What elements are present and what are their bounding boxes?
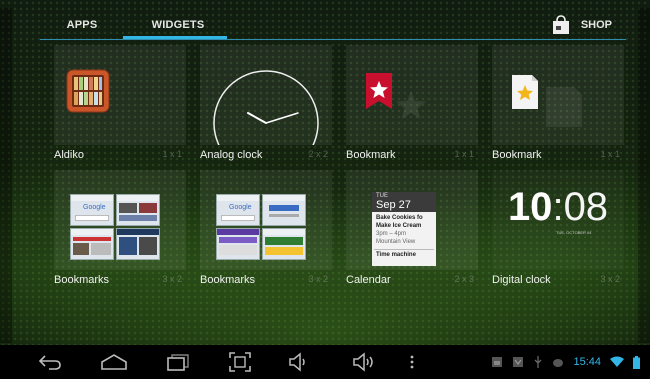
back-arrow-icon — [38, 355, 61, 370]
widget-preview — [346, 45, 478, 145]
debug-icon — [553, 359, 564, 367]
bookmark-thumbnail — [262, 194, 306, 226]
widget-analog-clock[interactable]: Analog clock 2 x 2 — [200, 45, 332, 163]
widget-bookmark-1[interactable]: Bookmark 1 x 1 — [346, 45, 478, 163]
bookmark-ribbon-icon — [366, 73, 392, 109]
home-button[interactable] — [94, 345, 134, 379]
volume-up-icon — [353, 352, 373, 372]
thumbnail-brand-text: Google — [83, 204, 106, 211]
widget-size: 2 x 2 — [308, 149, 328, 159]
widget-preview — [54, 45, 186, 145]
widget-preview — [200, 45, 332, 145]
digital-clock-date: TUE, OCTOBER 04 — [556, 230, 592, 235]
widget-preview: Google — [54, 170, 186, 270]
widget-preview: Google — [200, 170, 332, 270]
widget-preview — [492, 45, 624, 145]
bookmark-thumbnail — [116, 194, 160, 226]
screenshot-button[interactable] — [220, 345, 260, 379]
bookmark-thumbnail: Google — [216, 194, 260, 226]
calendar-event-title: Bake Cookies fo — [376, 215, 423, 221]
thumbnail-brand-text: Google — [229, 204, 252, 211]
widget-name: Aldiko — [54, 149, 84, 161]
wifi-icon — [610, 356, 624, 367]
volume-down-icon — [289, 352, 305, 372]
widget-bookmarks-1[interactable]: Google Bookmarks 3 x 2 — [54, 170, 186, 288]
back-button[interactable] — [30, 345, 70, 379]
widget-name: Calendar — [346, 274, 391, 286]
calendar-event-title: Time machine — [376, 252, 416, 258]
calendar-header: TUE Sep 27 — [372, 192, 436, 212]
calendar-date: Sep 27 — [376, 199, 411, 211]
screen-edge-left — [0, 8, 12, 343]
bookmark-thumbnail — [262, 228, 306, 260]
widget-size: 1 x 1 — [600, 149, 620, 159]
page-shadow-icon — [546, 87, 582, 127]
widget-calendar[interactable]: TUE Sep 27 Bake Cookies fo Make Ice Crea… — [346, 170, 478, 288]
calendar-event-place: Mountain View — [376, 239, 416, 245]
system-navigation-bar: 15:44 — [0, 345, 650, 379]
widget-size: 1 x 1 — [162, 149, 182, 159]
bookmark-thumbnail — [70, 228, 114, 260]
widget-name: Analog clock — [200, 149, 263, 161]
widget-aldiko[interactable]: Aldiko 1 x 1 — [54, 45, 186, 163]
bookmark-thumbnail — [216, 228, 260, 260]
overflow-menu-icon — [410, 355, 414, 369]
recent-apps-icon — [167, 354, 189, 371]
widget-preview: 10:08 TUE, OCTOBER 04 — [492, 170, 624, 270]
tab-apps[interactable]: APPS — [50, 12, 114, 38]
tab-widgets[interactable]: WIDGETS — [128, 12, 228, 38]
volume-up-button[interactable] — [344, 345, 384, 379]
widget-size: 2 x 3 — [454, 274, 474, 284]
widget-name: Bookmarks — [200, 274, 256, 286]
widget-preview: TUE Sep 27 Bake Cookies fo Make Ice Crea… — [346, 170, 478, 270]
status-area[interactable]: 15:44 — [491, 345, 640, 379]
clock-hour: 10 — [507, 185, 553, 229]
bookmark-thumbnail — [116, 228, 160, 260]
bookmark-page-icon — [512, 75, 538, 109]
home-icon — [101, 354, 127, 370]
widget-size: 3 x 2 — [162, 274, 182, 284]
tab-divider — [40, 39, 626, 40]
recent-apps-button[interactable] — [158, 345, 198, 379]
calendar-event-title: Make Ice Cream — [376, 223, 422, 229]
widget-name: Bookmark — [492, 149, 542, 161]
calendar-card: TUE Sep 27 Bake Cookies fo Make Ice Crea… — [372, 192, 436, 266]
battery-icon — [633, 355, 640, 369]
widget-size: 3 x 2 — [600, 274, 620, 284]
widget-bookmarks-2[interactable]: Google Bookmarks 3 x 2 — [200, 170, 332, 288]
widget-name: Digital clock — [492, 274, 551, 286]
volume-down-button[interactable] — [278, 345, 318, 379]
shopping-bag-icon — [551, 15, 571, 35]
calendar-event-time: 3pm – 4pm — [376, 231, 407, 237]
tab-bar: APPS WIDGETS SHOP — [40, 12, 626, 40]
digital-clock-time: 10:08 — [507, 185, 609, 229]
gallery-notification-icon — [492, 357, 503, 367]
shop-button[interactable]: SHOP — [551, 12, 612, 38]
shop-label: SHOP — [580, 19, 612, 31]
status-clock: 15:44 — [573, 356, 601, 368]
clock-minute: 08 — [563, 185, 609, 229]
widget-size: 3 x 2 — [308, 274, 328, 284]
launcher-screen: APPS WIDGETS SHOP Aldiko 1 x 1 Analog cl… — [0, 0, 650, 379]
menu-button[interactable] — [400, 345, 424, 379]
download-notification-icon — [513, 357, 524, 367]
analog-clock-icon — [213, 70, 319, 145]
star-shadow-icon — [396, 91, 426, 119]
bookmark-thumbnail: Google — [70, 194, 114, 226]
screen-edge-right — [638, 8, 650, 343]
widget-digital-clock[interactable]: 10:08 TUE, OCTOBER 04 Digital clock 3 x … — [492, 170, 624, 288]
usb-icon — [535, 356, 542, 368]
widget-name: Bookmarks — [54, 274, 110, 286]
widget-size: 1 x 1 — [454, 149, 474, 159]
screenshot-icon — [229, 352, 251, 372]
widget-name: Bookmark — [346, 149, 396, 161]
widget-bookmark-2[interactable]: Bookmark 1 x 1 — [492, 45, 624, 163]
aldiko-bookshelf-icon — [66, 69, 110, 113]
